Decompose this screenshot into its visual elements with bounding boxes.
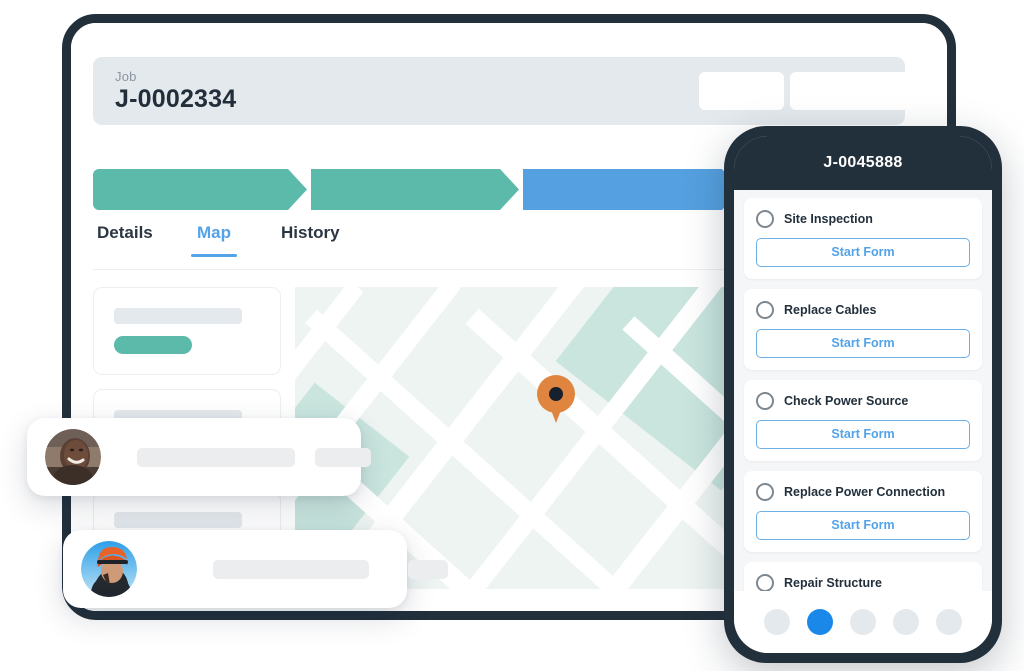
stepper-step-3-current[interactable] (523, 169, 741, 210)
pagination-dot-1[interactable] (764, 609, 790, 635)
checkbox-circle-icon[interactable] (756, 483, 774, 501)
checkbox-circle-icon[interactable] (756, 392, 774, 410)
checkbox-circle-icon[interactable] (756, 210, 774, 228)
task-header: Repair Structure (756, 574, 970, 592)
task-header: Site Inspection (756, 210, 970, 228)
task-label: Replace Power Connection (784, 485, 946, 499)
floating-user-card[interactable] (27, 418, 371, 496)
list-item[interactable] (93, 287, 281, 375)
job-header-bar: Job J-0002334 (93, 57, 936, 125)
pagination-dot-2-active[interactable] (807, 609, 833, 635)
task-header: Replace Cables (756, 301, 970, 319)
avatar (81, 541, 137, 597)
checkbox-circle-icon[interactable] (756, 574, 774, 592)
job-number: J-0002334 (115, 85, 237, 113)
pagination-dots (734, 591, 992, 653)
task-header: Replace Power Connection (756, 483, 970, 501)
task-card[interactable]: Site Inspection Start Form (744, 198, 982, 279)
phone-job-number: J-0045888 (823, 154, 903, 171)
map-pin-icon[interactable] (537, 375, 575, 425)
avatar (45, 429, 101, 485)
phone-screen: J-0045888 Site Inspection Start Form Rep… (734, 136, 992, 653)
tab-history[interactable]: History (281, 223, 340, 257)
start-form-button[interactable]: Start Form (756, 238, 970, 267)
task-label: Check Power Source (784, 394, 909, 408)
job-label: Job (115, 69, 137, 84)
header-action-1-button[interactable] (699, 72, 784, 110)
pagination-dot-4[interactable] (893, 609, 919, 635)
start-form-button[interactable]: Start Form (756, 329, 970, 358)
start-form-button[interactable]: Start Form (756, 511, 970, 540)
map-pin-dot (549, 387, 563, 401)
floating-user-card[interactable] (63, 530, 448, 608)
phone-mockup: J-0045888 Site Inspection Start Form Rep… (724, 126, 1002, 663)
task-label: Replace Cables (784, 303, 877, 317)
phone-header: J-0045888 (734, 136, 992, 190)
screenshot-stage: Job J-0002334 Details Map History J-0045… (0, 0, 1024, 671)
stepper-step-2[interactable] (311, 169, 519, 210)
task-card[interactable]: Replace Power Connection Start Form (744, 471, 982, 552)
checkbox-circle-icon[interactable] (756, 301, 774, 319)
tab-details[interactable]: Details (97, 223, 153, 257)
user-card-meta-placeholder (315, 448, 371, 467)
task-header: Check Power Source (756, 392, 970, 410)
pagination-dot-5[interactable] (936, 609, 962, 635)
tab-map[interactable]: Map (191, 223, 237, 257)
start-form-button[interactable]: Start Form (756, 420, 970, 449)
list-item-title-placeholder (114, 512, 242, 528)
stepper-step-1[interactable] (93, 169, 307, 210)
task-label: Repair Structure (784, 576, 882, 590)
header-action-2-button[interactable] (790, 72, 936, 110)
list-item-title-placeholder (114, 308, 242, 324)
user-card-meta-placeholder (408, 560, 448, 579)
task-card[interactable]: Replace Cables Start Form (744, 289, 982, 370)
task-list[interactable]: Site Inspection Start Form Replace Cable… (734, 190, 992, 601)
pagination-dot-3[interactable] (850, 609, 876, 635)
user-card-name-placeholder (213, 560, 369, 579)
list-item-status-badge (114, 336, 192, 354)
task-card[interactable]: Check Power Source Start Form (744, 380, 982, 461)
task-label: Site Inspection (784, 212, 873, 226)
user-card-name-placeholder (137, 448, 295, 467)
